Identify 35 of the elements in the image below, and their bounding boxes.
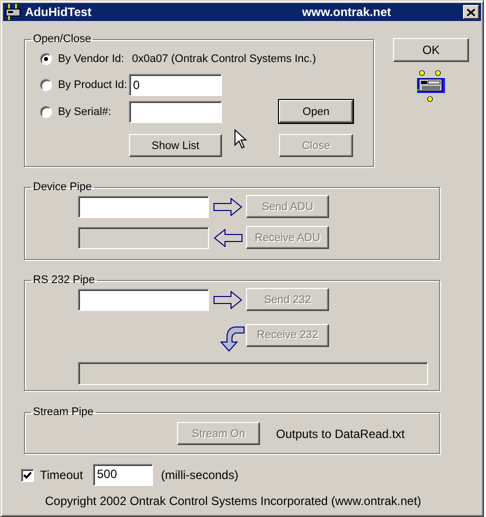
close-button[interactable] (463, 5, 479, 19)
radio-button[interactable] (40, 79, 52, 91)
checkbox[interactable] (21, 468, 34, 482)
device-icon (5, 4, 21, 20)
group-title: Open/Close (32, 33, 92, 45)
radio-label: By Serial#: (57, 106, 112, 118)
window-title: AduHidTest (25, 5, 92, 19)
input-field[interactable] (129, 100, 222, 122)
radio-label: By Product Id: (57, 79, 128, 91)
close-icon (467, 8, 475, 16)
window-subtitle: www.ontrak.net (302, 5, 391, 19)
radio-button[interactable] (40, 53, 52, 65)
group-title: Stream Pipe (32, 406, 95, 418)
mouse-cursor-icon (234, 129, 247, 149)
radio-label: By Vendor Id: (57, 53, 126, 65)
copyright-text: Copyright 2002 Ontrak Control Systems Incorporated (www.ontrak.net) (45, 494, 422, 508)
radio-button[interactable] (40, 106, 52, 118)
ok-button[interactable]: OK (393, 38, 469, 62)
input-field[interactable] (78, 288, 209, 310)
unit-label: (milli-seconds) (161, 468, 238, 482)
arrow-right-icon (212, 290, 242, 308)
device-icon (414, 70, 448, 104)
arrow-right-icon (212, 198, 242, 216)
show-list-button[interactable]: Show List (129, 134, 222, 157)
checkbox-label: Timeout (40, 468, 84, 482)
open-button[interactable]: Open (279, 100, 353, 123)
input-field[interactable] (78, 196, 209, 218)
group-title: Device Pipe (32, 181, 93, 193)
group-title: RS 232 Pipe (32, 274, 96, 286)
vendor-id-text: 0x0a07 (Ontrak Control Systems Inc.) (131, 53, 318, 65)
arrow-left-icon (212, 228, 242, 246)
output-note: Outputs to DataRead.txt (276, 426, 405, 440)
input-field[interactable]: 0 (129, 74, 222, 96)
curved-arrow-icon (218, 324, 246, 352)
input-field[interactable]: 500 (93, 464, 153, 486)
